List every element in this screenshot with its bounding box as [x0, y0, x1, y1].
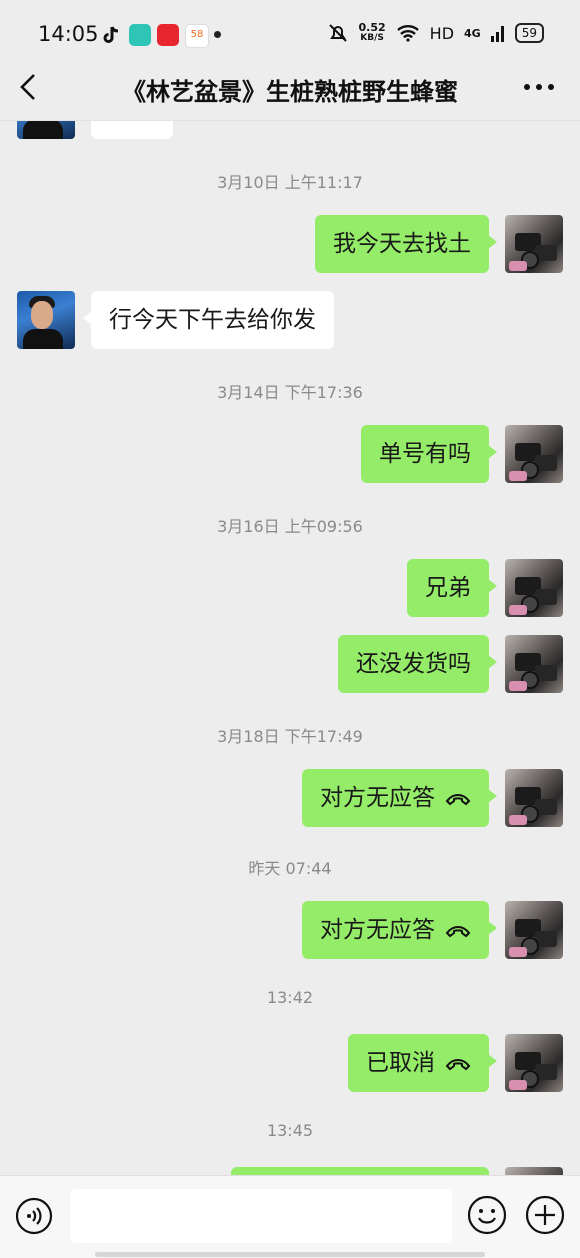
- more-functions-button[interactable]: [525, 1195, 565, 1235]
- emoji-icon: [467, 1195, 507, 1235]
- chat-title: 《林艺盆景》生桩熟桩野生蜂蜜: [122, 78, 458, 106]
- self-avatar[interactable]: [505, 1167, 563, 1175]
- message-bubble-partial[interactable]: [231, 1167, 489, 1175]
- call-status-text: 对方无应答: [320, 917, 435, 943]
- voice-button[interactable]: [15, 1197, 53, 1235]
- timestamp: 13:42: [266, 988, 314, 1007]
- battery-indicator: 59: [514, 23, 544, 43]
- message-bubble-self[interactable]: 我今天去找土: [315, 215, 497, 273]
- chat-header: 《林艺盆景》生桩熟桩野生蜂蜜: [0, 58, 580, 121]
- call-status-text: 对方无应答: [320, 785, 435, 811]
- status-right: 0.52 KB/S HD 4G 59: [327, 22, 544, 44]
- hangup-phone-icon: [445, 1058, 471, 1070]
- self-avatar[interactable]: [505, 559, 563, 617]
- message-list[interactable]: 3月10日 上午11:17 我今天去找土 行今天下午去给你发 3月14日 下午1…: [0, 121, 580, 1175]
- app-icon-red: [157, 24, 179, 46]
- self-avatar[interactable]: [505, 635, 563, 693]
- timestamp: 3月18日 下午17:49: [217, 727, 363, 746]
- self-avatar[interactable]: [505, 901, 563, 959]
- self-avatar[interactable]: [505, 769, 563, 827]
- timestamp: 13:45: [266, 1121, 314, 1140]
- call-record-bubble[interactable]: 对方无应答: [302, 769, 497, 827]
- contact-avatar[interactable]: [17, 291, 75, 349]
- plus-icon: [525, 1195, 565, 1235]
- back-button[interactable]: [14, 70, 44, 104]
- hangup-phone-icon: [445, 925, 471, 937]
- voice-icon: [15, 1197, 53, 1235]
- status-time: 14:05: [38, 22, 99, 46]
- timestamp: 昨天 07:44: [248, 859, 332, 878]
- more-dots-icon: [524, 84, 554, 90]
- timestamp: 3月16日 上午09:56: [217, 517, 363, 536]
- message-bubble-self[interactable]: 还没发货吗: [338, 635, 497, 693]
- call-record-bubble[interactable]: 对方无应答: [302, 901, 497, 959]
- app-icon-teal: [129, 24, 151, 46]
- mute-bell-icon: [328, 24, 347, 42]
- app-icon-58: 58: [185, 24, 209, 48]
- message-bubble-partial[interactable]: [91, 121, 173, 139]
- call-status-text: 已取消: [366, 1050, 435, 1076]
- wifi-icon: [396, 25, 419, 42]
- more-button[interactable]: [522, 72, 556, 102]
- message-bubble-self[interactable]: 兄弟: [407, 559, 497, 617]
- chevron-left-icon: [20, 74, 35, 100]
- hangup-phone-icon: [445, 793, 471, 805]
- input-bar: [0, 1175, 580, 1258]
- signal-icon: [490, 26, 504, 42]
- status-bar: 14:05 58 0.52 KB/S HD 4G 59: [0, 0, 580, 66]
- timestamp: 3月10日 上午11:17: [217, 173, 363, 192]
- emoji-button[interactable]: [467, 1195, 507, 1235]
- timestamp: 3月14日 下午17:36: [217, 383, 363, 402]
- call-record-bubble[interactable]: 已取消: [348, 1034, 497, 1092]
- network-speed: 0.52 KB/S: [358, 21, 386, 43]
- self-avatar[interactable]: [505, 1034, 563, 1092]
- contact-avatar[interactable]: [17, 121, 75, 139]
- home-indicator: [95, 1252, 485, 1257]
- self-avatar[interactable]: [505, 425, 563, 483]
- tiktok-icon: [100, 24, 122, 46]
- signal-label: 4G: [464, 26, 481, 40]
- notification-dot-icon: [214, 31, 221, 38]
- hd-label: HD: [429, 23, 455, 43]
- message-bubble-self[interactable]: 单号有吗: [361, 425, 497, 483]
- self-avatar[interactable]: [505, 215, 563, 273]
- message-bubble-other[interactable]: 行今天下午去给你发: [83, 291, 334, 349]
- message-input[interactable]: [70, 1189, 452, 1243]
